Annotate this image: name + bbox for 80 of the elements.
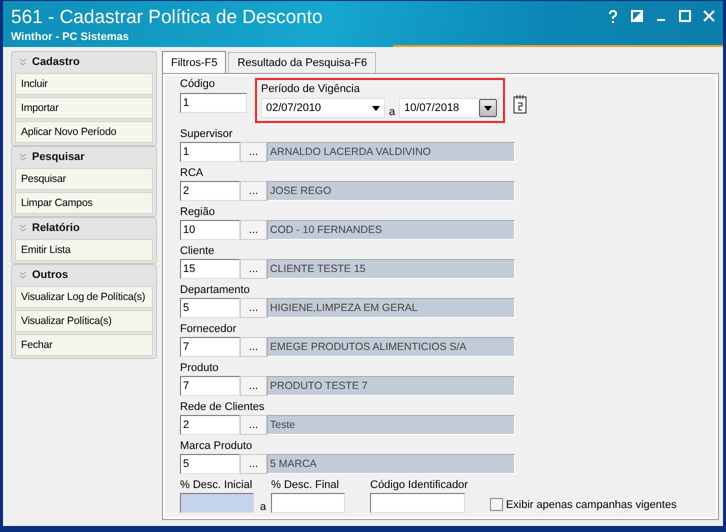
sidebar-group-title[interactable]: Outros: [32, 269, 68, 281]
checkbox-label: Exibir apenas campanhas vigentes: [506, 498, 677, 510]
description-field: HIGIENE,LIMPEZA EM GERAL: [267, 298, 515, 318]
lookup-button[interactable]: ...: [240, 298, 267, 318]
chevron-icon: [19, 58, 27, 66]
description-field: COD - 10 FERNANDES: [267, 220, 515, 240]
tab[interactable]: Resultado da Pesquisa-F6: [228, 52, 376, 73]
tab[interactable]: Filtros-F5: [162, 51, 226, 73]
separator-text: a: [260, 501, 266, 513]
field-label: Rede de Clientes: [180, 401, 266, 414]
sidebar-item[interactable]: Emitir Lista: [15, 239, 153, 261]
input-field[interactable]: [271, 493, 346, 513]
date-dropdown[interactable]: 02/07/2010: [261, 98, 385, 118]
maximize-icon[interactable]: [679, 10, 691, 22]
field-label: Cliente: [180, 245, 216, 258]
sidebar-group-title[interactable]: Cadastro: [32, 56, 80, 68]
lookup-button[interactable]: ...: [240, 376, 267, 396]
field-label: Região: [180, 206, 216, 219]
lookup-button[interactable]: ...: [240, 415, 267, 435]
calendar-icon[interactable]: [513, 94, 528, 114]
lookup-button[interactable]: ...: [240, 337, 267, 357]
description-field: JOSE REGO: [267, 181, 515, 201]
help-icon[interactable]: [607, 10, 619, 24]
sidebar-group-title[interactable]: Relatório: [32, 222, 80, 234]
description-field: EMEGE PRODUTOS ALIMENTICIOS S/A: [267, 337, 515, 357]
sidebar-item[interactable]: Visualizar Log de Política(s): [15, 286, 153, 308]
description-field: Teste: [267, 415, 515, 435]
field-label: Departamento: [180, 284, 251, 297]
field-label: % Desc. Inicial: [180, 479, 254, 492]
lookup-button[interactable]: ...: [240, 454, 267, 474]
sidebar-item[interactable]: Limpar Campos: [15, 192, 153, 214]
field-label: Código: [180, 78, 216, 91]
sidebar-item[interactable]: Incluir: [15, 73, 153, 95]
input-field[interactable]: [370, 493, 466, 513]
caret-icon: [484, 106, 492, 110]
sidebar-item[interactable]: Aplicar Novo Período: [15, 121, 153, 143]
sidebar-item[interactable]: Importar: [15, 97, 153, 119]
lookup-button[interactable]: ...: [240, 259, 267, 279]
sidebar-item[interactable]: Pesquisar: [15, 168, 153, 190]
input-field[interactable]: 5: [180, 298, 240, 318]
sidebar-item[interactable]: Fechar: [15, 334, 153, 356]
lookup-button[interactable]: ...: [240, 181, 267, 201]
description-field: PRODUTO TESTE 7: [267, 376, 515, 396]
input-field[interactable]: 7: [180, 337, 240, 357]
field-label: RCA: [180, 167, 204, 180]
checkbox[interactable]: [490, 498, 503, 511]
field-label: Código Identificador: [370, 479, 468, 492]
contrast-icon[interactable]: [631, 10, 643, 22]
input-field[interactable]: 10: [180, 220, 240, 240]
input-field[interactable]: 1: [180, 142, 240, 162]
input-field[interactable]: [180, 493, 254, 513]
chevron-icon: [19, 271, 27, 279]
input-field[interactable]: 15: [180, 259, 240, 279]
lookup-button[interactable]: ...: [240, 142, 267, 162]
field-label: Período de Vigência: [261, 83, 361, 96]
close-icon[interactable]: [703, 10, 715, 22]
field-label: Produto: [180, 362, 220, 375]
lookup-button[interactable]: ...: [240, 220, 267, 240]
input-field[interactable]: 2: [180, 181, 240, 201]
sidebar-group-title[interactable]: Pesquisar: [32, 151, 85, 163]
chevron-icon: [19, 153, 27, 161]
caret-icon: [372, 106, 380, 110]
chevron-icon: [19, 224, 27, 232]
field-label: % Desc. Final: [271, 479, 340, 492]
sidebar-item[interactable]: Visualizar Política(s): [15, 310, 153, 332]
dropdown-button[interactable]: [479, 99, 498, 117]
description-field: CLIENTE TESTE 15: [267, 259, 515, 279]
date-dropdown[interactable]: 10/07/2018: [399, 98, 500, 118]
input-field[interactable]: 1: [180, 93, 247, 113]
window-title: 561 - Cadastrar Política de Desconto: [11, 6, 323, 30]
field-label: Marca Produto: [180, 440, 254, 453]
input-field[interactable]: 7: [180, 376, 240, 396]
separator-text: a: [389, 106, 396, 118]
field-label: Fornecedor: [180, 323, 238, 336]
description-field: ARNALDO LACERDA VALDIVINO: [267, 142, 515, 162]
description-field: 5 MARCA: [267, 454, 515, 474]
field-label: Supervisor: [180, 128, 234, 141]
window-subtitle: Winthor - PC Sistemas: [11, 31, 130, 43]
input-field[interactable]: 2: [180, 415, 240, 435]
input-field[interactable]: 5: [180, 454, 240, 474]
